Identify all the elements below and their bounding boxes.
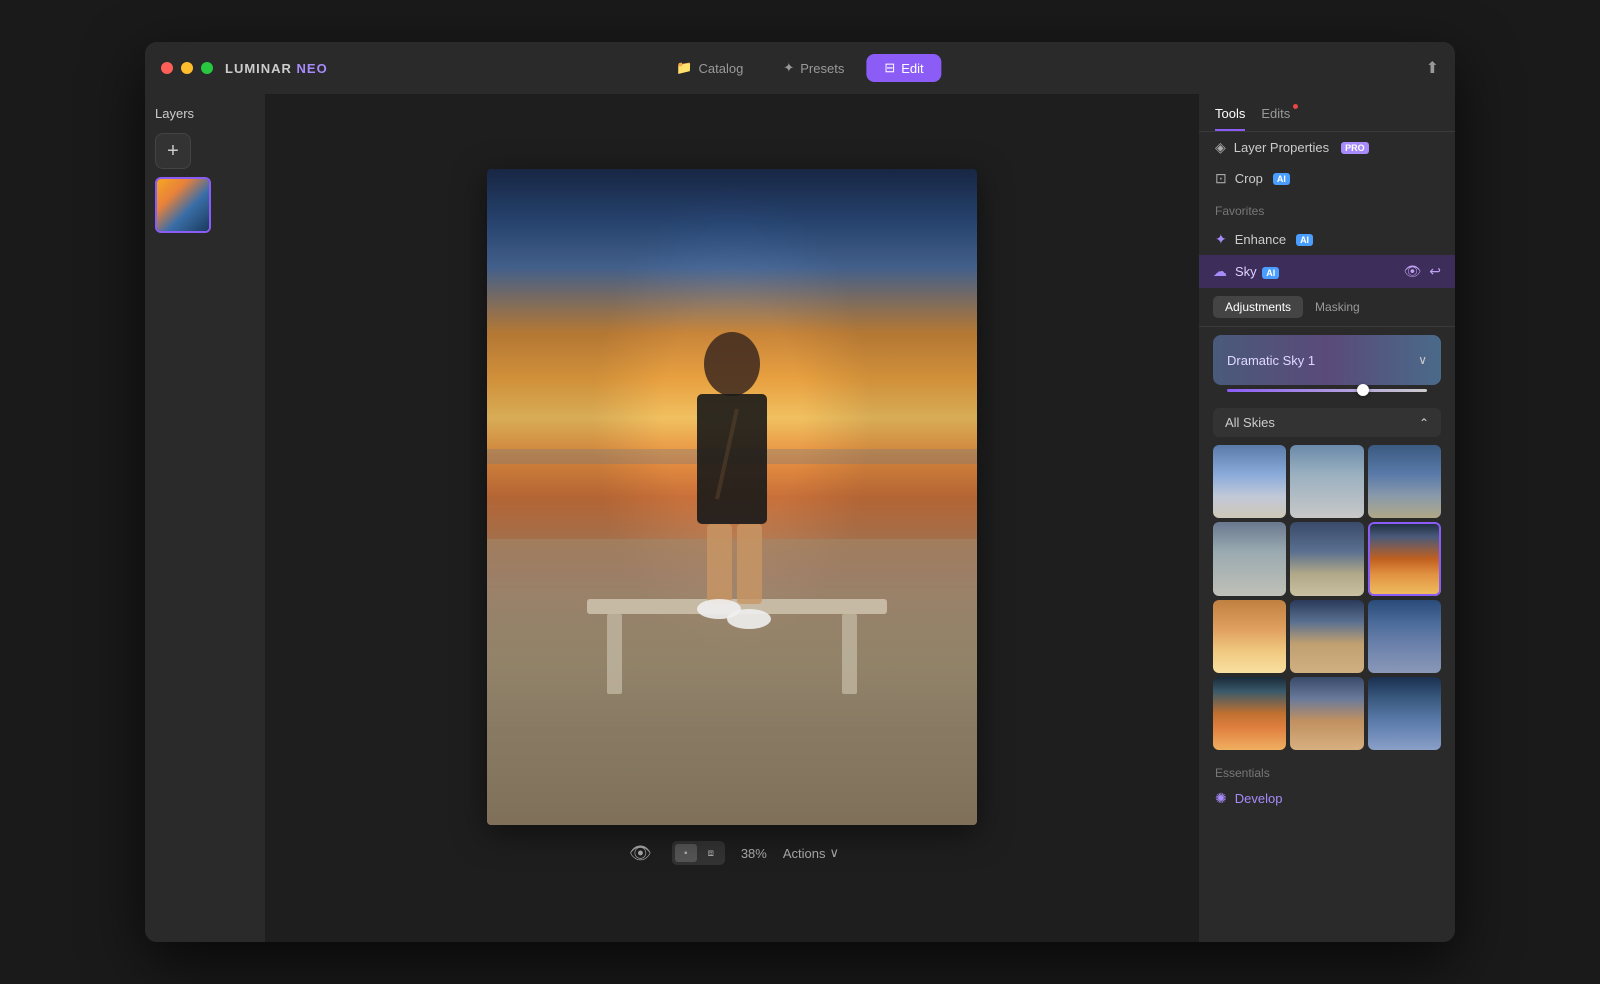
sky-preset-name: Dramatic Sky 1 xyxy=(1227,353,1315,368)
close-button[interactable] xyxy=(161,62,173,74)
layer-thumb-image xyxy=(157,179,209,231)
sky-thumb-5[interactable] xyxy=(1290,522,1363,595)
sky-grid xyxy=(1199,445,1455,758)
sky-preset-selector[interactable]: Dramatic Sky 1 ∨ xyxy=(1213,335,1441,385)
enhance-ai-badge: AI xyxy=(1296,234,1313,246)
develop-item[interactable]: ✺ Develop xyxy=(1199,784,1455,813)
presets-tab[interactable]: ✦ Presets xyxy=(765,54,862,82)
sky-thumb-12[interactable] xyxy=(1368,677,1441,750)
enhance-item[interactable]: ✦ Enhance AI xyxy=(1199,224,1455,255)
split-view-btn[interactable]: ⧈ xyxy=(700,844,722,862)
layer-properties-item[interactable]: ◈ Layer Properties PRO xyxy=(1199,132,1455,163)
visibility-toggle[interactable]: 👁 xyxy=(625,839,656,868)
presets-icon: ✦ xyxy=(783,60,794,76)
develop-icon: ✺ xyxy=(1215,790,1227,807)
favorites-label: Favorites xyxy=(1199,194,1455,224)
enhance-icon: ✦ xyxy=(1215,231,1227,248)
masking-subtab[interactable]: Masking xyxy=(1303,296,1372,318)
all-skies-dropdown[interactable]: All Skies ⌃ xyxy=(1213,408,1441,437)
sky-icon: ☁ xyxy=(1213,263,1227,280)
layer-properties-icon: ◈ xyxy=(1215,139,1226,156)
crop-item[interactable]: ⊡ Crop AI xyxy=(1199,163,1455,194)
titlebar: LUMINAR NEO 📁 Catalog ✦ Presets ⊟ Edit ⬆ xyxy=(145,42,1455,94)
edits-dot xyxy=(1293,104,1298,109)
sky-slider-container xyxy=(1213,385,1441,400)
photo-container xyxy=(487,169,977,825)
sky-ai-badge: AI xyxy=(1262,267,1279,279)
single-view-btn[interactable]: ▪ xyxy=(675,844,697,862)
chevron-down-icon: ∨ xyxy=(830,845,840,861)
sky-section: ☁ Sky AI 👁 ↩ Adjustments Masking xyxy=(1199,255,1455,942)
sky-thumb-10[interactable] xyxy=(1213,677,1286,750)
titlebar-nav: 📁 Catalog ✦ Presets ⊟ Edit xyxy=(658,54,941,82)
actions-button[interactable]: Actions ∨ xyxy=(783,845,839,861)
catalog-icon: 📁 xyxy=(676,60,692,76)
add-layer-button[interactable]: + xyxy=(155,133,191,169)
sky-thumb-11[interactable] xyxy=(1290,677,1363,750)
sky-thumb-2[interactable] xyxy=(1290,445,1363,518)
sky-thumb-3[interactable] xyxy=(1368,445,1441,518)
photo-canvas xyxy=(487,169,977,825)
all-skies-label: All Skies xyxy=(1225,415,1275,430)
traffic-lights xyxy=(161,62,213,74)
zoom-selector[interactable]: 38% xyxy=(741,846,767,861)
catalog-tab[interactable]: 📁 Catalog xyxy=(658,54,761,82)
pro-badge: PRO xyxy=(1341,142,1369,154)
app-logo: LUMINAR NEO xyxy=(225,61,328,76)
right-panel: Tools Edits ◈ Layer Properties PRO ⊡ Cro… xyxy=(1199,94,1455,942)
app-window: LUMINAR NEO 📁 Catalog ✦ Presets ⊟ Edit ⬆… xyxy=(145,42,1455,942)
canvas-area: 👁 ▪ ⧈ 38% Actions ∨ xyxy=(265,94,1199,942)
layer-thumbnail[interactable] xyxy=(155,177,211,233)
sky-thumb-8[interactable] xyxy=(1290,600,1363,673)
sky-subtabs: Adjustments Masking xyxy=(1199,288,1455,327)
sky-preset-dropdown: Dramatic Sky 1 ∨ xyxy=(1213,335,1441,400)
canvas-toolbar: 👁 ▪ ⧈ 38% Actions ∨ xyxy=(625,839,839,868)
sky-preset-arrow-icon: ∨ xyxy=(1418,353,1427,367)
sky-thumb-4[interactable] xyxy=(1213,522,1286,595)
sky-thumb-7[interactable] xyxy=(1213,600,1286,673)
sky-title: Sky AI xyxy=(1235,264,1395,279)
edit-icon: ⊟ xyxy=(884,60,895,76)
essentials-label: Essentials xyxy=(1199,758,1455,784)
main-content: Layers + xyxy=(145,94,1455,942)
crop-icon: ⊡ xyxy=(1215,170,1227,187)
panel-tabs: Tools Edits xyxy=(1199,94,1455,132)
sky-thumb-9[interactable] xyxy=(1368,600,1441,673)
sky-thumb-1[interactable] xyxy=(1213,445,1286,518)
layers-panel: Layers + xyxy=(145,94,265,942)
sky-reset-btn[interactable]: ↩ xyxy=(1429,263,1441,280)
layers-title: Layers xyxy=(155,106,255,121)
sky-header-actions: 👁 ↩ xyxy=(1403,263,1441,280)
sky-header: ☁ Sky AI 👁 ↩ xyxy=(1199,255,1455,288)
edit-tab[interactable]: ⊟ Edit xyxy=(866,54,941,82)
all-skies-arrow-icon: ⌃ xyxy=(1419,416,1429,430)
sky-slider[interactable] xyxy=(1227,389,1427,392)
maximize-button[interactable] xyxy=(201,62,213,74)
share-button[interactable]: ⬆ xyxy=(1426,60,1439,77)
sky-slider-thumb[interactable] xyxy=(1357,384,1369,396)
minimize-button[interactable] xyxy=(181,62,193,74)
tools-tab[interactable]: Tools xyxy=(1215,106,1245,131)
view-toggle: ▪ ⧈ xyxy=(672,841,725,865)
photo-svg xyxy=(487,169,977,825)
crop-ai-badge: AI xyxy=(1273,173,1290,185)
adjustments-subtab[interactable]: Adjustments xyxy=(1213,296,1303,318)
edits-tab[interactable]: Edits xyxy=(1261,106,1290,131)
sky-visibility-btn[interactable]: 👁 xyxy=(1403,263,1421,280)
sky-thumb-6[interactable] xyxy=(1368,522,1441,595)
titlebar-right: ⬆ xyxy=(1426,58,1439,78)
